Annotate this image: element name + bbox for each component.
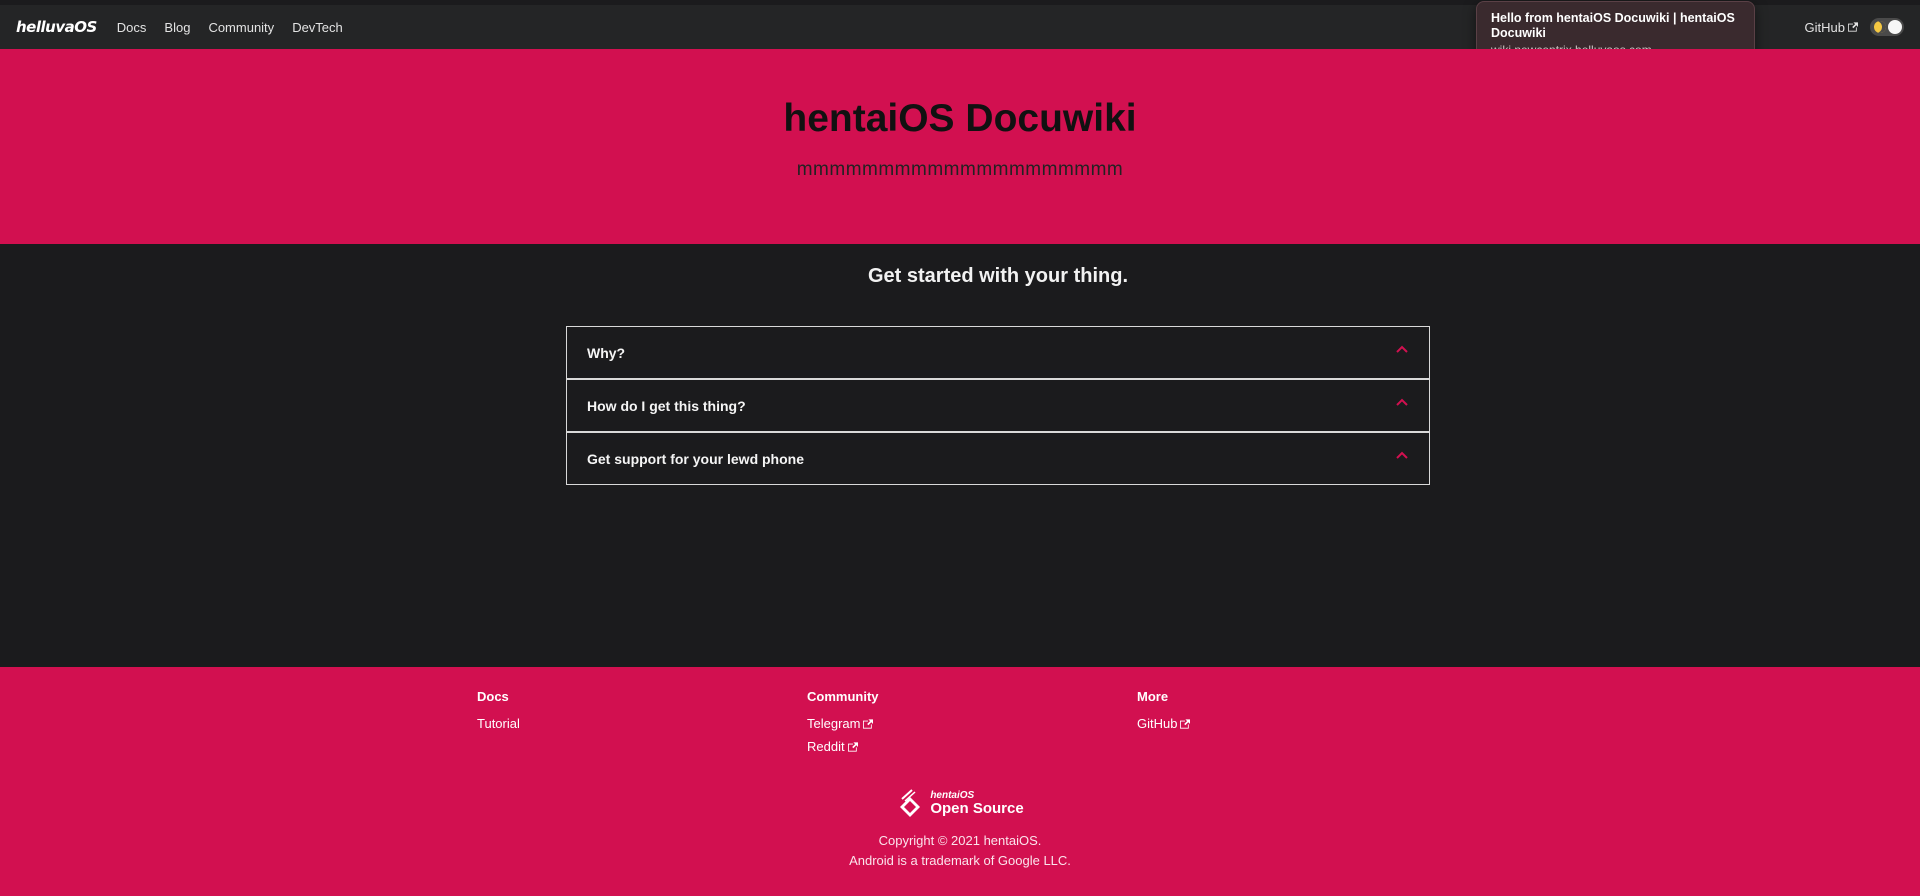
- brand-logo[interactable]: helluvaOS: [16, 18, 97, 36]
- external-link-icon: [1848, 22, 1858, 32]
- footer-logo-text: hentaiOS Open Source: [930, 789, 1024, 817]
- toggle-knob: [1888, 20, 1902, 34]
- footer-heading: More: [1137, 689, 1169, 704]
- nav-link-docs[interactable]: Docs: [117, 20, 147, 35]
- footer-column-docs: Docs Tutorial: [477, 689, 520, 739]
- tooltip-title: Hello from hentaiOS Docuwiki | hentaiOS …: [1491, 11, 1735, 40]
- theme-toggle[interactable]: [1870, 18, 1904, 36]
- footer: Docs Tutorial Community Telegram Reddit …: [0, 667, 1920, 896]
- hero-title: hentaiOS Docuwiki: [783, 97, 1137, 140]
- footer-link-label: Telegram: [807, 716, 861, 731]
- navbar-right: GitHub: [1805, 5, 1904, 49]
- footer-link-label: Reddit: [807, 739, 845, 754]
- section-heading: Get started with your thing.: [867, 265, 1128, 287]
- footer-link-tutorial[interactable]: Tutorial: [477, 716, 520, 731]
- nav-link-github[interactable]: GitHub: [1805, 20, 1858, 35]
- chevron-up-icon: [1396, 451, 1408, 459]
- accordion-label: Why?: [587, 344, 626, 361]
- footer-link-label: Tutorial: [477, 716, 520, 731]
- accordion-item-support[interactable]: Get support for your lewd phone: [566, 432, 1430, 485]
- accordion-item-why[interactable]: Why?: [566, 326, 1430, 379]
- footer-column-more: More GitHub: [1137, 689, 1191, 739]
- nav-link-community[interactable]: Community: [208, 20, 274, 35]
- hero-subtitle: mmmmmmmmmmmmmmmmmmmm: [796, 159, 1124, 180]
- trademark-text: Android is a trademark of Google LLC.: [849, 853, 1071, 868]
- accordion-item-how[interactable]: How do I get this thing?: [566, 379, 1430, 432]
- footer-logo-wrap: hentaiOS Open Source: [0, 787, 1920, 817]
- chevron-up-icon: [1396, 398, 1408, 406]
- external-link-icon: [863, 718, 874, 729]
- nav-link-devtech[interactable]: DevTech: [292, 20, 343, 35]
- external-link-icon: [847, 741, 858, 752]
- nav-link-blog[interactable]: Blog: [164, 20, 190, 35]
- accordion-label: Get support for your lewd phone: [587, 450, 804, 467]
- footer-link-telegram[interactable]: Telegram: [807, 716, 879, 731]
- footer-logo[interactable]: hentaiOS Open Source: [896, 787, 1024, 817]
- chevron-up-icon: [1396, 345, 1408, 353]
- accordion-label: How do I get this thing?: [587, 397, 746, 414]
- logo-bottom-text: Open Source: [930, 800, 1024, 817]
- footer-link-github[interactable]: GitHub: [1137, 716, 1191, 731]
- footer-heading: Docs: [477, 689, 509, 704]
- footer-link-reddit[interactable]: Reddit: [807, 739, 879, 754]
- footer-link-label: GitHub: [1137, 716, 1178, 731]
- faq-accordion: Why? How do I get this thing? Get suppor…: [566, 326, 1430, 485]
- hentaios-logo-icon: [900, 789, 921, 817]
- hero-banner: hentaiOS Docuwiki mmmmmmmmmmmmmmmmmmmm: [0, 49, 1920, 244]
- nav-github-label: GitHub: [1804, 19, 1845, 35]
- moon-icon: [1874, 21, 1886, 33]
- copyright-text: Copyright © 2021 hentaiOS.: [878, 833, 1042, 848]
- footer-heading: Community: [807, 689, 879, 704]
- external-link-icon: [1180, 718, 1191, 729]
- footer-column-community: Community Telegram Reddit: [807, 689, 879, 762]
